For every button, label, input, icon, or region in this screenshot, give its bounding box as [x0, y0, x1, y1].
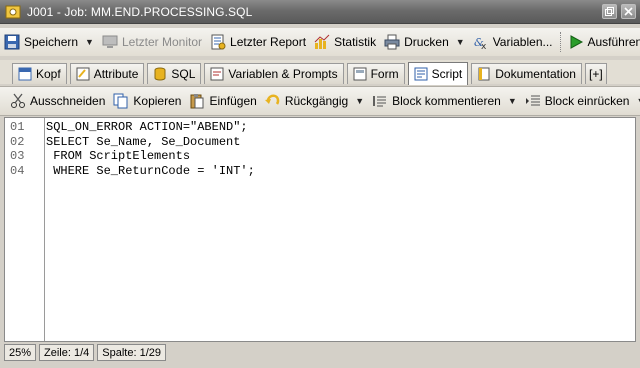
tab-add-button[interactable]: [+]	[584, 63, 607, 84]
title-bar: J001 - Job: MM.END.PROCESSING.SQL	[0, 0, 640, 24]
status-bar: 25% Zeile: 1/4 Spalte: 1/29	[4, 343, 636, 362]
code-line[interactable]: SELECT Se_Name, Se_Document	[46, 135, 635, 150]
last-report-button[interactable]: Letzter Report	[206, 31, 310, 53]
header-icon	[18, 67, 32, 81]
comment-block-icon	[373, 96, 387, 107]
column-status: Spalte: 1/29	[97, 344, 166, 361]
tab-label: Attribute	[93, 67, 139, 81]
line-number: 03	[10, 149, 25, 164]
paste-button[interactable]: Einfügen	[185, 90, 260, 112]
form-icon	[353, 67, 367, 81]
code-line[interactable]: WHERE Se_ReturnCode = 'INT';	[46, 164, 635, 179]
tab-form[interactable]: Form	[346, 63, 405, 84]
execute-button[interactable]: Ausführen ▼	[564, 31, 640, 53]
copy-label: Kopieren	[133, 94, 182, 108]
tab-label: Variablen & Prompts	[228, 67, 338, 81]
print-dropdown-icon[interactable]: ▼	[456, 37, 465, 47]
copy-button[interactable]: Kopieren	[109, 90, 185, 112]
monitor-icon	[102, 35, 118, 48]
tab-dokumentation[interactable]: Dokumentation	[471, 63, 582, 84]
svg-text:x: x	[481, 42, 487, 50]
undo-label: Rückgängig	[284, 94, 349, 108]
save-label: Speichern	[24, 35, 79, 49]
line-number-gutter: 01 02 03 04	[5, 118, 45, 341]
variables-label: Variablen...	[492, 35, 553, 49]
indent-block-button[interactable]: Block einrücken ▼	[521, 90, 640, 112]
variables-button[interactable]: & x Variablen...	[469, 31, 557, 53]
report-icon	[211, 34, 226, 50]
attribute-icon	[76, 67, 90, 81]
comment-block-button[interactable]: Block kommentieren ▼	[368, 90, 521, 112]
tab-kopf[interactable]: Kopf	[12, 63, 67, 84]
printer-icon	[384, 34, 400, 50]
tab-label: SQL	[171, 67, 196, 81]
line-status: Zeile: 1/4	[39, 344, 95, 361]
tab-script[interactable]: Script	[407, 62, 469, 85]
print-label: Drucken	[404, 35, 449, 49]
variables-prompts-icon	[210, 67, 224, 81]
main-toolbar: Speichern ▼ Letzter Monitor Letzter Repo…	[0, 28, 640, 56]
add-tab-label: [+]	[588, 67, 603, 81]
indent-icon	[525, 95, 540, 106]
zoom-status[interactable]: 25%	[4, 344, 37, 361]
tab-label: Form	[370, 67, 399, 81]
last-report-label: Letzter Report	[230, 35, 307, 49]
chart-icon	[314, 34, 330, 49]
tab-label: Script	[431, 67, 463, 81]
cut-button[interactable]: Ausschneiden	[6, 90, 109, 112]
indent-block-label: Block einrücken	[544, 94, 630, 108]
indent-block-dropdown-icon[interactable]: ▼	[636, 96, 640, 106]
documentation-icon	[478, 67, 490, 81]
window-title: J001 - Job: MM.END.PROCESSING.SQL	[27, 4, 253, 19]
last-monitor-label: Letzter Monitor	[121, 35, 203, 49]
line-number: 02	[10, 134, 25, 149]
copy-icon	[113, 93, 128, 109]
statistics-label: Statistik	[334, 35, 377, 49]
close-button[interactable]	[621, 4, 636, 19]
comment-block-dropdown-icon[interactable]: ▼	[508, 96, 517, 106]
code-line[interactable]: FROM ScriptElements	[46, 149, 635, 164]
tab-label: Kopf	[36, 67, 61, 81]
tab-sql[interactable]: SQL	[147, 63, 202, 84]
close-icon	[624, 7, 633, 16]
tab-bar: Kopf Attribute SQL Variablen & Prompts F…	[0, 60, 640, 85]
tab-attribute[interactable]: Attribute	[69, 63, 145, 84]
script-icon	[414, 67, 428, 81]
save-icon	[4, 34, 20, 50]
comment-block-label: Block kommentieren	[392, 94, 501, 108]
restore-icon	[605, 7, 614, 16]
scissors-icon	[11, 93, 25, 108]
paste-label: Einfügen	[209, 94, 257, 108]
play-icon	[570, 35, 583, 49]
undo-dropdown-icon[interactable]: ▼	[355, 96, 364, 106]
variables-icon: &x	[474, 36, 487, 50]
job-icon	[5, 5, 21, 18]
code-area[interactable]: SQL_ON_ERROR ACTION="ABEND"; SELECT Se_N…	[45, 118, 635, 341]
last-monitor-button[interactable]: Letzter Monitor	[98, 31, 206, 53]
tab-label: Dokumentation	[495, 67, 576, 81]
statistics-button[interactable]: Statistik	[310, 31, 380, 53]
save-dropdown-icon[interactable]: ▼	[85, 37, 94, 47]
print-button[interactable]: Drucken ▼	[380, 31, 469, 53]
tab-variables-prompts[interactable]: Variablen & Prompts	[204, 63, 344, 84]
script-editor[interactable]: 01 02 03 04 SQL_ON_ERROR ACTION="ABEND";…	[4, 117, 636, 342]
cut-label: Ausschneiden	[30, 94, 106, 108]
edit-toolbar: Ausschneiden Kopieren Einfügen Rückgängi…	[0, 86, 640, 116]
toolbar-separator	[559, 32, 561, 52]
restore-button[interactable]	[602, 4, 617, 19]
database-icon	[154, 67, 166, 81]
save-button[interactable]: Speichern ▼	[0, 31, 98, 53]
undo-icon	[264, 94, 280, 105]
code-line[interactable]: SQL_ON_ERROR ACTION="ABEND";	[46, 120, 635, 135]
line-number: 04	[10, 163, 25, 178]
line-number: 01	[10, 120, 25, 134]
undo-button[interactable]: Rückgängig ▼	[261, 90, 368, 112]
paste-icon	[190, 94, 204, 109]
execute-label: Ausführen	[587, 35, 640, 49]
